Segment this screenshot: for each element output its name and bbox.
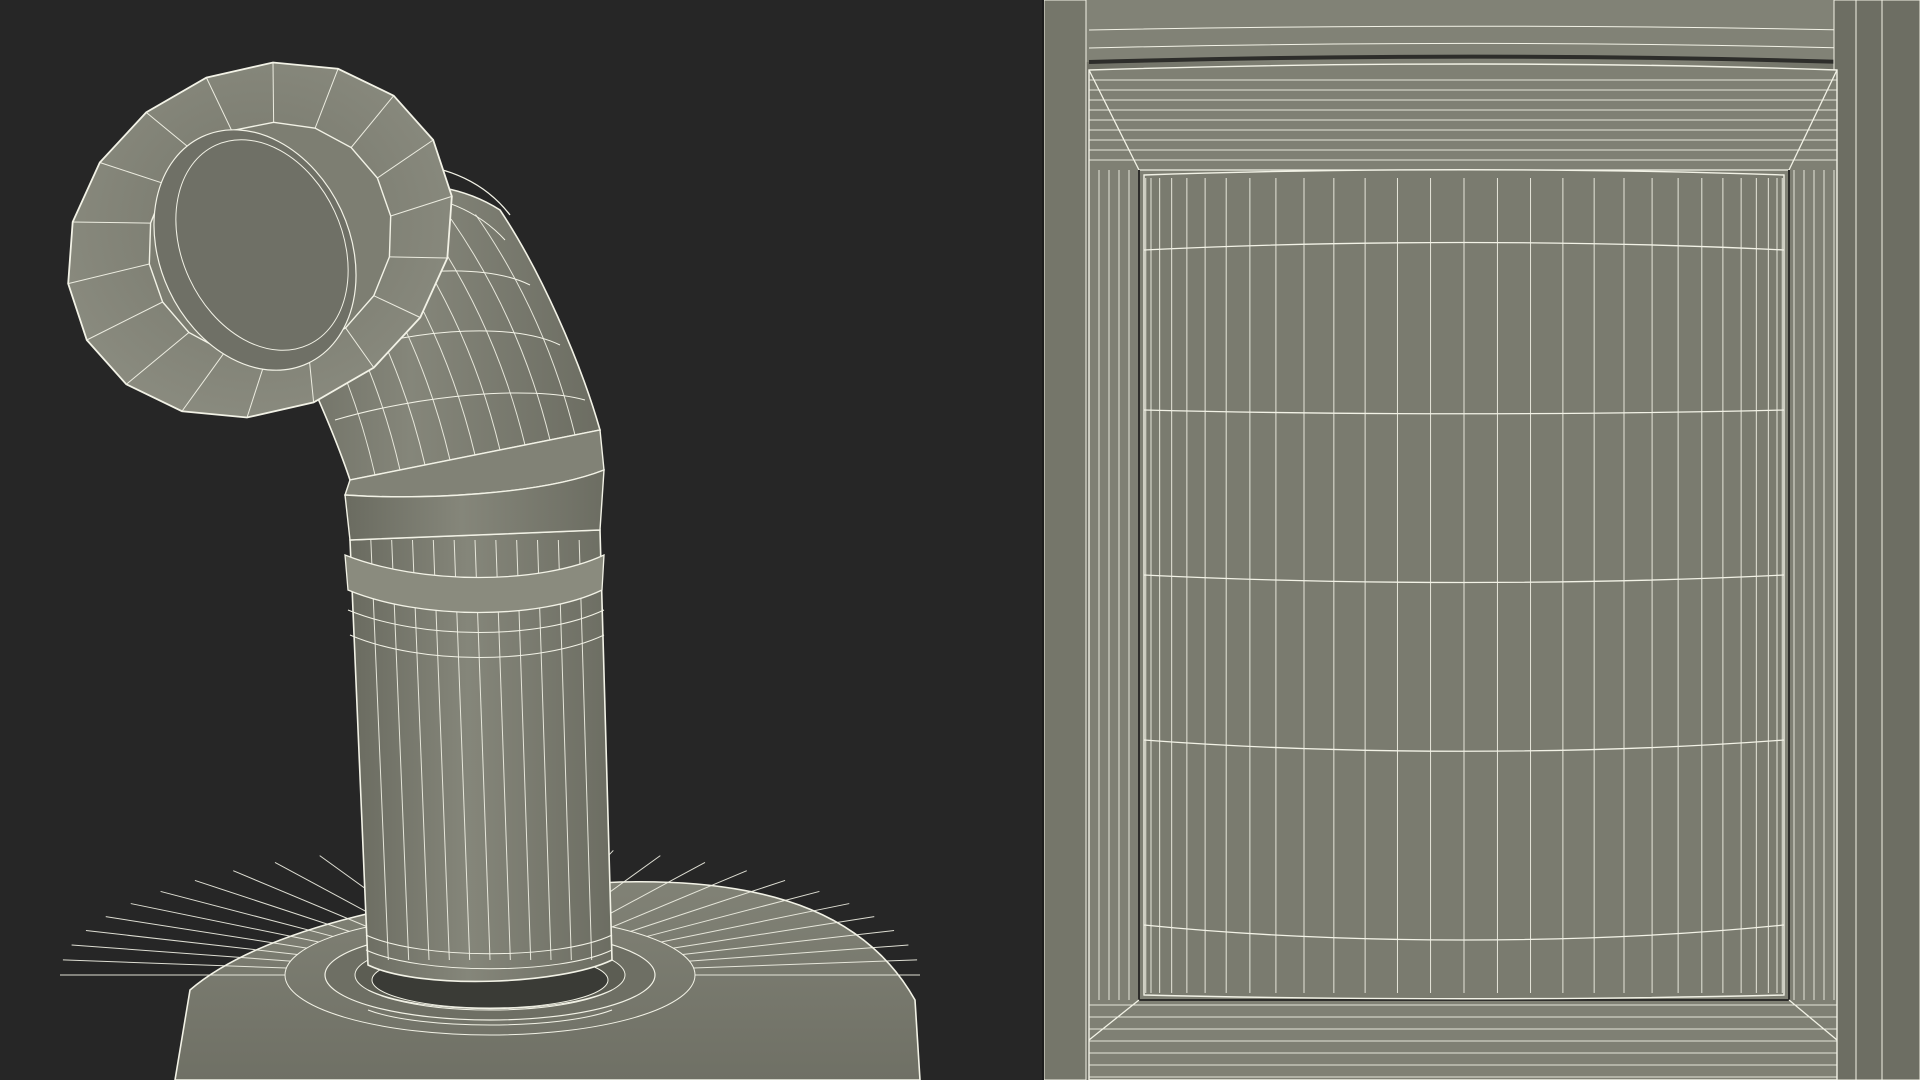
stove-top-band: [1044, 0, 1920, 64]
door-wireframe-svg: [1044, 0, 1920, 1080]
wireframe-render-scene: [0, 0, 1920, 1080]
door-glass-panel: [1143, 169, 1785, 1000]
chimney-pipe-vertical: [344, 529, 613, 1026]
left-panel-pipe-render: [0, 0, 1044, 1080]
pipe-wireframe-svg: [60, 61, 921, 1080]
right-panel-door-render: [1044, 0, 1920, 1080]
